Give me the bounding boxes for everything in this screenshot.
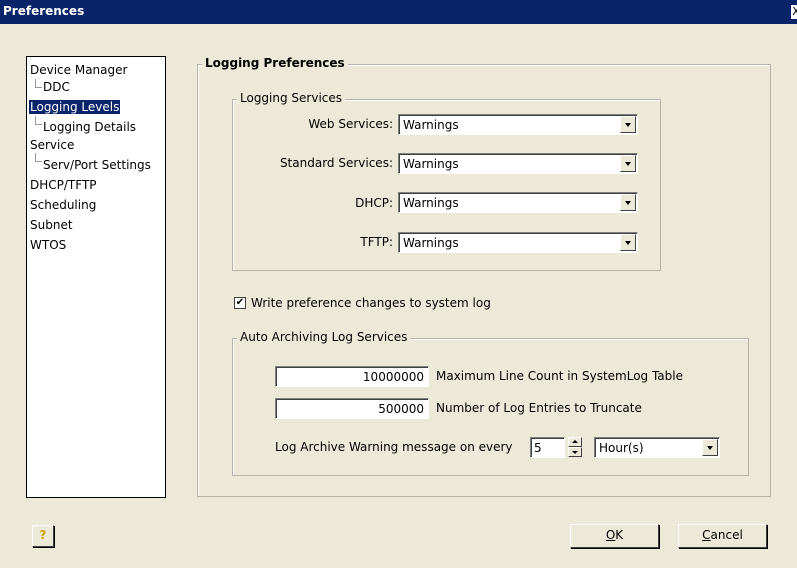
dhcp-label: DHCP: bbox=[355, 196, 393, 210]
dhcp-select[interactable]: Warnings bbox=[398, 192, 638, 213]
close-button[interactable]: X bbox=[791, 5, 797, 19]
cancel-label-rest: ancel bbox=[710, 528, 743, 542]
web-services-value: Warnings bbox=[403, 118, 459, 132]
auto-archiving-title: Auto Archiving Log Services bbox=[237, 330, 411, 344]
standard-services-select[interactable]: Warnings bbox=[398, 153, 638, 174]
tftp-value: Warnings bbox=[403, 236, 459, 250]
tree-item-service[interactable]: Service bbox=[30, 138, 74, 153]
cancel-accel: C bbox=[702, 528, 711, 542]
max-line-count-label: Maximum Line Count in SystemLog Table bbox=[436, 369, 683, 383]
truncate-count-label: Number of Log Entries to Truncate bbox=[436, 401, 642, 415]
tree-item-scheduling[interactable]: Scheduling bbox=[30, 198, 96, 213]
write-changes-label[interactable]: Write preference changes to system log bbox=[251, 296, 491, 310]
arrow-up-icon bbox=[572, 440, 578, 443]
tree-item-logging-levels[interactable]: Logging Levels bbox=[29, 100, 121, 115]
dhcp-value: Warnings bbox=[403, 196, 459, 210]
tftp-label: TFTP: bbox=[360, 235, 393, 249]
tree-connector bbox=[35, 116, 42, 125]
arrow-down-icon bbox=[572, 451, 578, 454]
help-icon: ? bbox=[39, 528, 47, 542]
web-services-label: Web Services: bbox=[308, 117, 393, 131]
dropdown-button[interactable] bbox=[620, 194, 636, 211]
spin-down-button[interactable] bbox=[568, 447, 582, 457]
tree-item-logging-levels-label: Logging Levels bbox=[29, 100, 121, 114]
tree-connector bbox=[35, 79, 42, 88]
tree-item-device-manager[interactable]: Device Manager bbox=[30, 63, 127, 78]
dropdown-button[interactable] bbox=[702, 439, 718, 456]
ok-accel: O bbox=[605, 528, 616, 542]
chevron-down-icon bbox=[625, 201, 631, 205]
logging-services-title: Logging Services bbox=[237, 91, 346, 105]
write-changes-checkbox[interactable]: ✔ bbox=[234, 297, 246, 309]
tree-connector bbox=[35, 153, 42, 162]
preferences-dialog: Preferences X Device Manager DDC Logging… bbox=[0, 0, 797, 568]
ok-button[interactable]: OK bbox=[570, 524, 659, 548]
chevron-down-icon bbox=[625, 123, 631, 127]
chevron-down-icon bbox=[625, 241, 631, 245]
archive-warning-unit-select[interactable]: Hour(s) bbox=[594, 437, 720, 458]
standard-services-label: Standard Services: bbox=[279, 156, 393, 170]
cancel-button[interactable]: Cancel bbox=[678, 524, 767, 548]
tree-item-serv-port-settings[interactable]: Serv/Port Settings bbox=[43, 158, 151, 173]
tree-item-ddc[interactable]: DDC bbox=[43, 80, 70, 95]
spin-up-button[interactable] bbox=[568, 437, 582, 447]
tree-item-logging-details[interactable]: Logging Details bbox=[43, 120, 136, 135]
logging-preferences-title: Logging Preferences bbox=[202, 56, 348, 70]
dropdown-button[interactable] bbox=[620, 234, 636, 251]
web-services-select[interactable]: Warnings bbox=[398, 114, 638, 135]
help-button[interactable]: ? bbox=[32, 525, 54, 547]
tree-item-dhcp-tftp[interactable]: DHCP/TFTP bbox=[30, 178, 97, 193]
standard-services-value: Warnings bbox=[403, 157, 459, 171]
chevron-down-icon bbox=[625, 162, 631, 166]
archive-warning-interval-input[interactable]: 5 bbox=[530, 437, 565, 458]
tree-item-subnet[interactable]: Subnet bbox=[30, 218, 73, 233]
max-line-count-input[interactable]: 10000000 bbox=[275, 366, 429, 387]
dropdown-button[interactable] bbox=[620, 116, 636, 133]
preferences-tree[interactable]: Device Manager DDC Logging Levels Loggin… bbox=[26, 56, 166, 498]
tftp-select[interactable]: Warnings bbox=[398, 232, 638, 253]
ok-label-rest: K bbox=[615, 528, 624, 542]
tree-item-wtos[interactable]: WTOS bbox=[30, 238, 66, 253]
archive-warning-label: Log Archive Warning message on every bbox=[275, 440, 513, 454]
window-title: Preferences bbox=[3, 4, 85, 18]
dropdown-button[interactable] bbox=[620, 155, 636, 172]
title-bar: Preferences X bbox=[0, 0, 797, 24]
archive-warning-unit-value: Hour(s) bbox=[599, 441, 644, 455]
chevron-down-icon bbox=[707, 446, 713, 450]
truncate-count-input[interactable]: 500000 bbox=[275, 398, 429, 419]
